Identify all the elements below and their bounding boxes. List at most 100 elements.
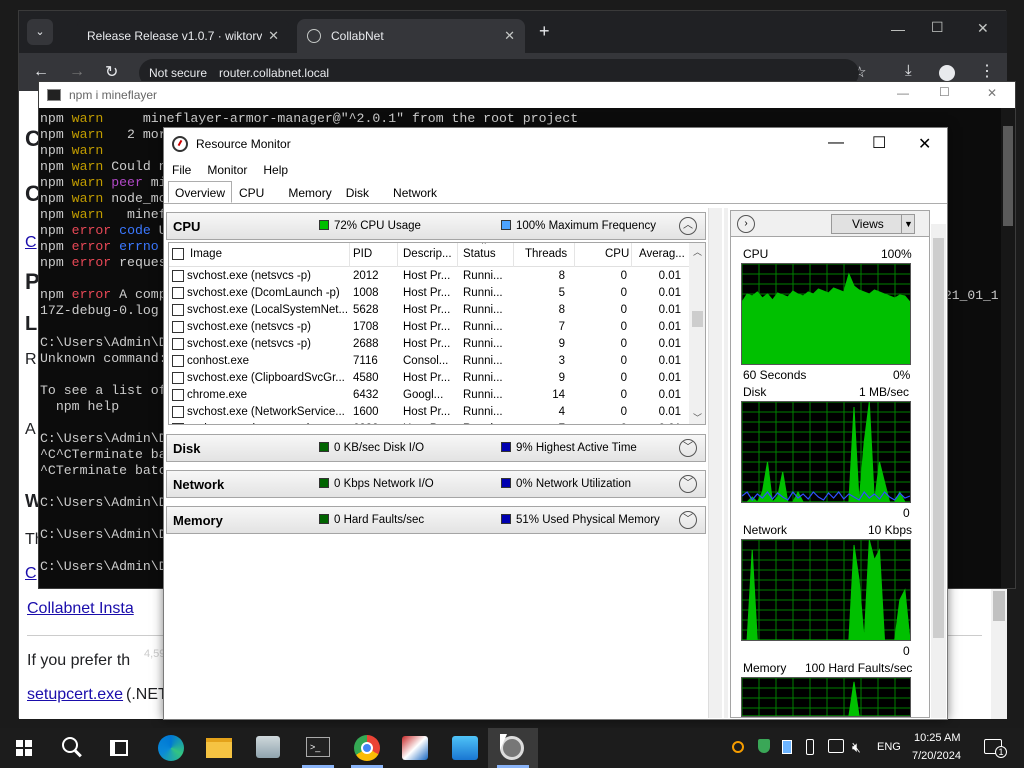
app-icon[interactable] — [402, 736, 428, 760]
table-scrollbar-thumb[interactable] — [692, 311, 703, 327]
row-checkbox[interactable] — [172, 270, 184, 282]
partial-link[interactable]: C — [25, 565, 37, 583]
edge-icon[interactable] — [158, 735, 184, 761]
collabnet-install-link[interactable]: Collabnet Insta — [27, 600, 134, 618]
row-checkbox[interactable] — [172, 355, 184, 367]
language-indicator[interactable]: ENG — [877, 741, 901, 753]
clock-date[interactable]: 7/20/2024 — [912, 750, 961, 762]
volume-muted-icon[interactable]: 🔇︎ — [852, 739, 861, 756]
page-scrollbar-thumb[interactable] — [993, 591, 1005, 621]
chevron-down-icon[interactable]: ﹀ — [679, 439, 697, 457]
network-section-header[interactable]: Network 0 Kbps Network I/O 0% Network Ut… — [166, 470, 706, 498]
maximize-icon[interactable]: ☐ — [872, 133, 886, 153]
tab-memory[interactable]: Memory — [281, 181, 338, 203]
table-row[interactable]: svchost.exe (ClipboardSvcGr... 4580 Host P… — [169, 370, 689, 387]
app-icon[interactable] — [256, 736, 280, 758]
maximize-icon[interactable]: ☐ — [931, 19, 944, 36]
column-threads[interactable]: Threads — [525, 248, 567, 260]
table-row[interactable]: svchost.exe (DcomLaunch -p) 1008 Host Pr..… — [169, 285, 689, 302]
graph-pane-scrollbar-thumb[interactable] — [933, 238, 944, 638]
forward-icon[interactable]: → — [69, 63, 85, 81]
row-checkbox[interactable] — [172, 406, 184, 418]
chevron-down-icon[interactable]: ﹀ — [679, 511, 697, 529]
table-row[interactable]: svchost.exe (NetworkService... 1600 Host P… — [169, 404, 689, 421]
tab-network[interactable]: Network — [386, 181, 444, 203]
back-icon[interactable]: ← — [33, 63, 49, 81]
reload-icon[interactable]: ↻ — [105, 62, 118, 82]
row-checkbox[interactable] — [172, 338, 184, 350]
maximize-icon[interactable]: ☐ — [939, 85, 950, 99]
usb-icon[interactable] — [806, 739, 814, 755]
close-icon[interactable]: ✕ — [918, 134, 931, 154]
setupcert-link[interactable]: setupcert.exe — [27, 686, 123, 704]
terminal-scrollbar-thumb[interactable] — [1003, 126, 1013, 226]
column-average[interactable]: Averag... — [639, 248, 685, 260]
table-row[interactable]: svchost.exe (netsvcs -p) 2012 Host Pr... Ru… — [169, 268, 689, 285]
tab-search-button[interactable]: ⌄ — [27, 19, 53, 45]
table-row[interactable]: svchost.exe (LocalSystemNet... 5628 Host P… — [169, 302, 689, 319]
table-row[interactable]: svchost.exe (netsvcs -p) 1708 Host Pr... Ru… — [169, 319, 689, 336]
memory-section-header[interactable]: Memory 0 Hard Faults/sec 51% Used Physic… — [166, 506, 706, 534]
table-row[interactable]: conhost.exe 7116 Consol... Runni... 3 0 0.01 — [169, 353, 689, 370]
profile-icon[interactable] — [939, 65, 955, 81]
minimize-icon[interactable]: — — [897, 86, 909, 100]
close-icon[interactable]: ✕ — [504, 28, 515, 44]
file-explorer-icon[interactable] — [206, 738, 232, 758]
cpu-section-header[interactable]: CPU 72% CPU Usage 100% Maximum Frequency… — [166, 212, 706, 240]
shield-icon[interactable] — [758, 739, 770, 753]
close-icon[interactable]: ✕ — [268, 28, 279, 44]
security-label[interactable]: Not secure — [149, 66, 207, 80]
tray-app-icon[interactable] — [782, 740, 792, 754]
row-checkbox[interactable] — [172, 321, 184, 333]
clock-time[interactable]: 10:25 AM — [914, 732, 960, 744]
tab-overview[interactable]: Overview — [168, 181, 233, 203]
minimize-icon[interactable]: — — [891, 21, 905, 37]
browser-tab-release[interactable]: Release Release v1.0.7 · wiktorv ✕ — [77, 19, 289, 53]
chevron-down-icon[interactable]: ﹀ — [693, 411, 702, 424]
windows-start-icon[interactable] — [16, 740, 32, 756]
close-icon[interactable]: ✕ — [977, 20, 989, 37]
download-icon[interactable]: ⤓ — [905, 62, 912, 79]
tray-search-icon[interactable] — [732, 741, 744, 753]
row-checkbox[interactable] — [172, 372, 184, 384]
table-row[interactable]: svchost.exe (netsvcs -p) 2688 Host Pr... Ru… — [169, 336, 689, 353]
row-checkbox[interactable] — [172, 304, 184, 316]
resmon-taskbar-button[interactable] — [488, 728, 538, 768]
select-all-checkbox[interactable] — [172, 248, 184, 260]
minimize-icon[interactable]: — — [828, 134, 844, 152]
disk-section-header[interactable]: Disk 0 KB/sec Disk I/O 9% Highest Active… — [166, 434, 706, 462]
menu-monitor[interactable]: Monitor — [199, 160, 255, 180]
column-pid[interactable]: PID — [353, 248, 372, 260]
table-row[interactable]: svchost.exe (netsvcs -p) 6832 Host Pr... Ru… — [169, 421, 689, 424]
control-panel-icon[interactable] — [452, 736, 478, 760]
close-icon[interactable]: ✕ — [987, 86, 997, 100]
row-checkbox[interactable] — [172, 287, 184, 299]
network-icon[interactable] — [828, 739, 844, 753]
column-cpu[interactable]: CPU — [605, 248, 629, 260]
tab-cpu[interactable]: CPU — [232, 181, 271, 203]
task-view-icon[interactable] — [110, 740, 128, 756]
terminal-taskbar-icon[interactable]: >_ — [306, 737, 330, 757]
menu-icon[interactable]: ⋮ — [979, 61, 995, 81]
browser-tab-collabnet[interactable]: CollabNet ✕ — [297, 19, 525, 53]
column-status[interactable]: Status — [463, 248, 496, 260]
table-row[interactable]: chrome.exe 6432 Googl... Runni... 14 0 0.01 — [169, 387, 689, 404]
pane-splitter[interactable] — [724, 208, 728, 718]
table-scrollbar[interactable]: ︿ ﹀ — [689, 243, 705, 424]
partial-link[interactable]: C — [25, 234, 37, 252]
chevron-down-icon[interactable]: ﹀ — [679, 475, 697, 493]
menu-file[interactable]: File — [164, 160, 199, 180]
dropdown-arrow-icon[interactable]: ▼ — [901, 214, 915, 234]
chrome-icon[interactable] — [354, 735, 380, 761]
column-image[interactable]: Image — [190, 248, 222, 260]
terminal-title-bar[interactable]: npm i mineflayer — ☐ ✕ — [39, 82, 1015, 108]
tab-disk[interactable]: Disk — [339, 181, 376, 203]
new-tab-button[interactable]: + — [539, 21, 550, 42]
left-pane-scrollbar[interactable] — [708, 208, 722, 718]
chevron-right-icon[interactable]: › — [737, 215, 755, 233]
menu-help[interactable]: Help — [255, 160, 296, 180]
column-description[interactable]: Descrip... — [403, 248, 452, 260]
chevron-up-icon[interactable]: ︿ — [679, 217, 697, 235]
row-checkbox[interactable] — [172, 389, 184, 401]
row-checkbox[interactable] — [172, 423, 184, 424]
